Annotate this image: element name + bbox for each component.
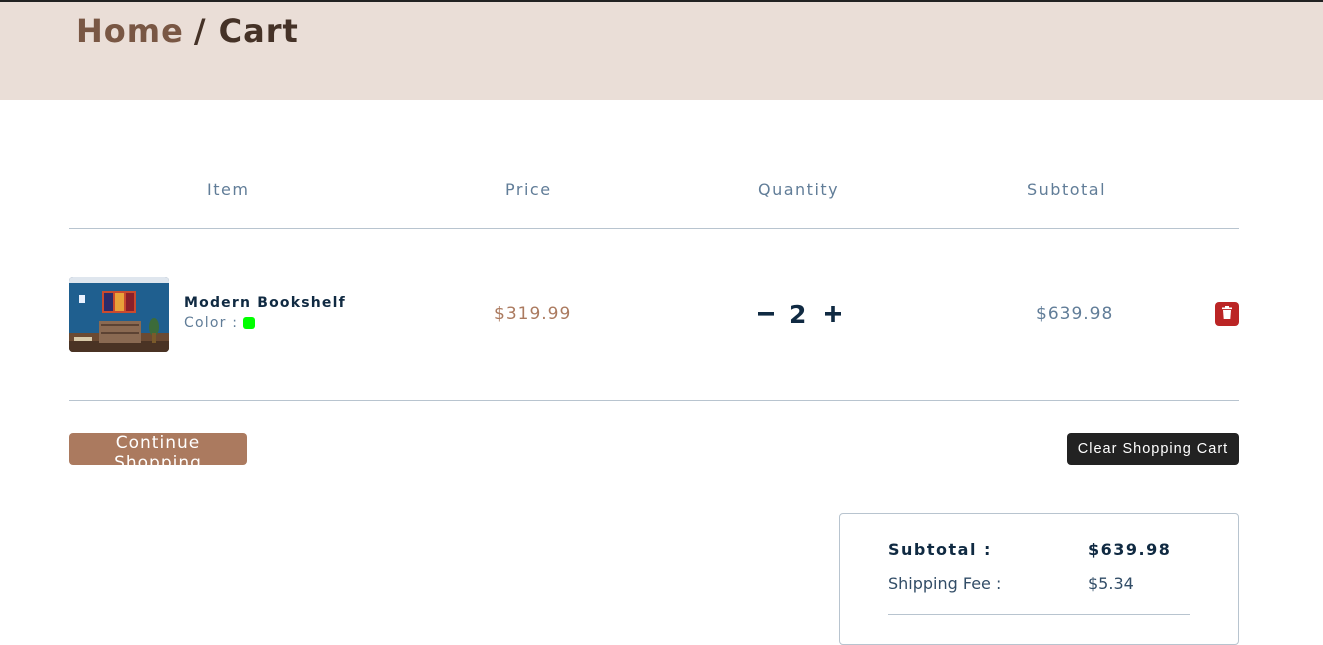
- product-image: [69, 277, 169, 352]
- shipping-fee-label: Shipping Fee :: [888, 574, 1002, 593]
- plus-icon: [822, 306, 844, 331]
- header-divider: [69, 228, 1239, 229]
- minus-icon: [755, 312, 777, 331]
- product-color-swatch: [243, 317, 255, 329]
- decrease-quantity-button[interactable]: [755, 300, 777, 328]
- remove-item-button[interactable]: [1215, 302, 1239, 326]
- column-header-quantity: Quantity: [758, 180, 840, 199]
- column-header-price: Price: [505, 180, 552, 199]
- page-hero: Home / Cart: [0, 2, 1323, 100]
- continue-shopping-button[interactable]: Continue Shopping: [69, 433, 247, 473]
- increase-quantity-button[interactable]: [822, 300, 844, 328]
- totals-subtotal-value: $639.98: [1088, 540, 1172, 559]
- totals-divider: [888, 614, 1190, 615]
- totals-subtotal-label: Subtotal :: [888, 540, 992, 559]
- product-name: Modern Bookshelf: [184, 295, 346, 311]
- clear-cart-button[interactable]: Clear Shopping Cart: [1067, 433, 1239, 465]
- cart-totals: Subtotal : $639.98 Shipping Fee : $5.34: [839, 513, 1239, 645]
- trash-icon: [1221, 306, 1233, 322]
- column-header-item: Item: [207, 180, 250, 199]
- product-price: $319.99: [494, 304, 572, 324]
- line-subtotal: $639.98: [1036, 304, 1114, 324]
- product-color-label: Color :: [184, 315, 239, 331]
- breadcrumb: Home / Cart: [76, 12, 299, 50]
- shipping-fee-value: $5.34: [1088, 574, 1134, 593]
- quantity-value: 2: [789, 300, 807, 329]
- breadcrumb-current: / Cart: [193, 12, 299, 50]
- column-header-subtotal: Subtotal: [1027, 180, 1107, 199]
- breadcrumb-home-link[interactable]: Home: [76, 12, 184, 50]
- items-divider: [69, 400, 1239, 401]
